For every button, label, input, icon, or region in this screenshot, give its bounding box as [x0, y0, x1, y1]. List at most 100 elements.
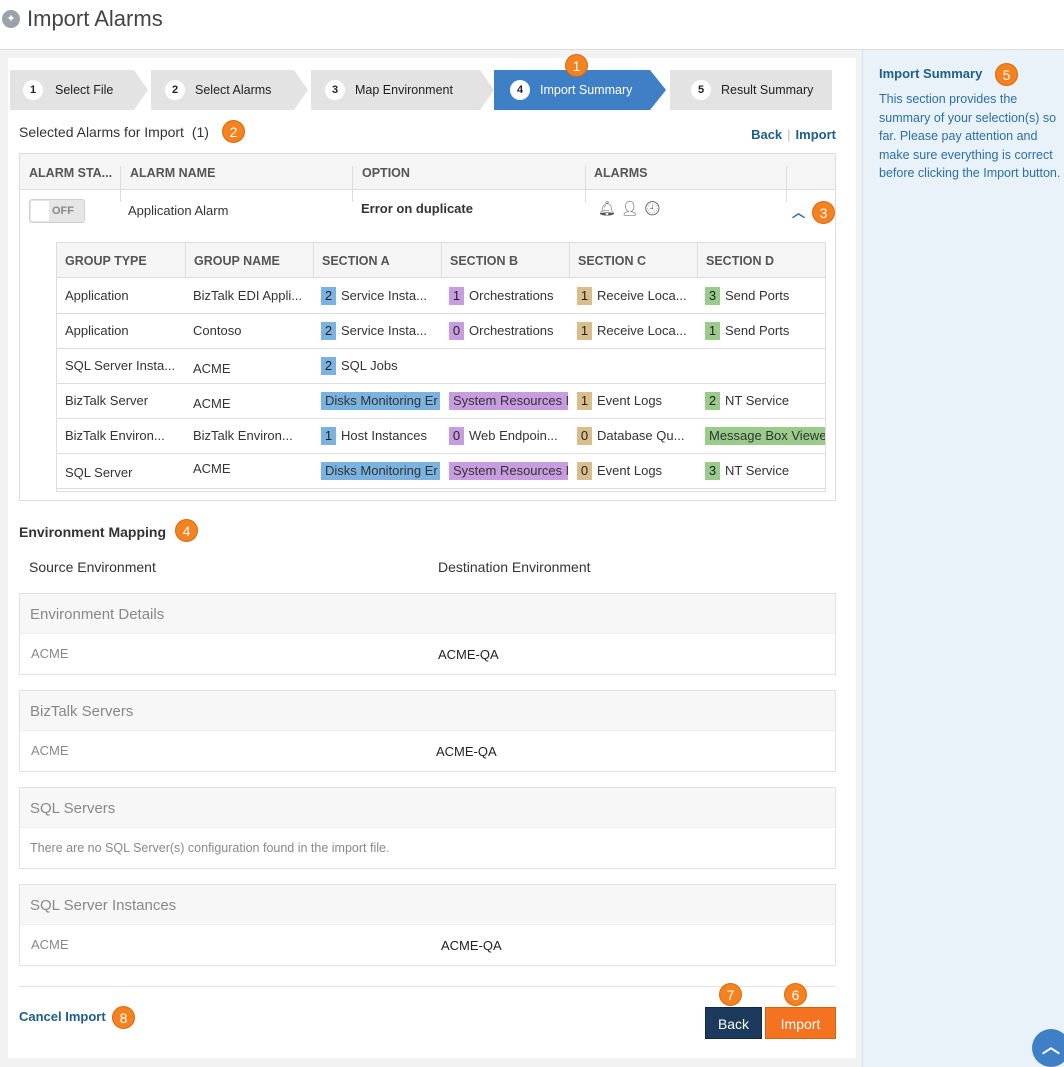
tag-label: Host Instances [341, 428, 427, 443]
section-a-tag: 2 SQL Jobs [321, 357, 439, 375]
count-chip: 1 [577, 287, 592, 305]
section-a-tag: 1 Host Instances [321, 427, 439, 445]
wizard-step-result-summary[interactable]: 5 Result Summary [670, 70, 832, 110]
callout-badge-7: 7 [719, 983, 742, 1006]
group-name-cell: BizTalk Environ... [193, 428, 293, 443]
table-row: SQL Server ACME Disks Monitoring Er Syst… [57, 454, 825, 489]
col-alarm-name[interactable]: ALARM NAME [130, 166, 215, 180]
tag-label: Send Ports [725, 288, 790, 303]
callout-badge-3: 3 [812, 201, 835, 224]
selected-alarms-title: Selected Alarms for Import (1) [19, 124, 209, 140]
count-chip: 1 [449, 287, 464, 305]
step-number: 5 [691, 80, 711, 100]
col-section-c[interactable]: SECTION C [578, 254, 646, 268]
col-section-d[interactable]: SECTION D [706, 254, 774, 268]
count-chip: 1 [321, 427, 336, 445]
callout-badge-6: 6 [784, 983, 807, 1006]
destination-value: ACME-QA [438, 647, 499, 662]
help-sidebar: Import Summary This section provides the… [862, 50, 1064, 1067]
group-name-cell: Contoso [193, 323, 242, 338]
callout-badge-1: 1 [565, 54, 588, 77]
environment-details-panel: Environment Details ACME ACME-QA [19, 593, 836, 675]
panel-header: Environment Details [20, 594, 835, 634]
tag-label: NT Service [725, 463, 790, 478]
col-group-name[interactable]: GROUP NAME [194, 254, 280, 268]
wizard-step-select-alarms[interactable]: 2 Select Alarms [151, 70, 294, 110]
count-chip: 2 [321, 287, 336, 305]
scroll-to-top-button[interactable]: ︿ [1032, 1029, 1064, 1067]
col-divider [441, 243, 442, 278]
col-alarms[interactable]: ALARMS [594, 166, 647, 180]
alarm-table-header: ALARM STA... ALARM NAME OPTION ALARMS [20, 154, 835, 202]
table-row: Application BizTalk EDI Appli... 2 Servic… [57, 279, 825, 314]
count-chip: 0 [577, 427, 592, 445]
environment-mapping-title: Environment Mapping [19, 524, 166, 540]
alarm-table: ALARM STA... ALARM NAME OPTION ALARMS OF… [19, 153, 836, 501]
callout-badge-2: 2 [222, 120, 245, 143]
count-chip: 0 [449, 427, 464, 445]
group-type-cell: SQL Server [65, 465, 133, 480]
col-divider [313, 243, 314, 278]
toggle-knob [31, 201, 49, 221]
user-icon: 👤︎ [620, 200, 644, 216]
count-chip: 2 [705, 392, 720, 410]
selected-alarms-count: (1) [191, 124, 209, 140]
sidebar-description: This section provides the summary of you… [879, 92, 1061, 180]
page-title: Import Alarms [27, 6, 163, 31]
step-label: Map Environment [355, 83, 453, 97]
col-group-type[interactable]: GROUP TYPE [65, 254, 147, 268]
col-divider [585, 166, 586, 202]
link-separator: | [787, 127, 791, 142]
count-chip: 2 [321, 357, 336, 375]
count-chip: 3 [705, 287, 720, 305]
alarm-status-toggle[interactable]: OFF [29, 199, 85, 223]
group-type-cell: BizTalk Server [65, 393, 149, 408]
section-d-tag: 3 NT Service [705, 462, 823, 480]
col-divider [352, 166, 353, 202]
tag-label: Database Qu... [597, 428, 685, 443]
callout-badge-5: 5 [995, 63, 1018, 86]
col-divider [786, 166, 787, 202]
tag-label: Orchestrations [469, 323, 554, 338]
tag-label: Web Endpoin... [469, 428, 558, 443]
wizard-step-select-file[interactable]: 1 Select File [10, 70, 134, 110]
collapse-chevron-icon[interactable]: ︿ [792, 202, 805, 221]
col-option[interactable]: OPTION [362, 166, 410, 180]
count-chip: 0 [449, 322, 464, 340]
step-arrow-active [650, 70, 666, 110]
panel-title: SQL Server Instances [30, 897, 177, 914]
col-section-a[interactable]: SECTION A [322, 254, 390, 268]
step-label: Select File [55, 83, 114, 97]
empty-message: There are no SQL Server(s) configuration… [30, 841, 390, 855]
sql-server-instances-panel: SQL Server Instances ACME ACME-QA [19, 884, 836, 966]
col-section-b[interactable]: SECTION B [450, 254, 518, 268]
panel-title: SQL Servers [30, 800, 116, 817]
wizard-step-map-environment[interactable]: 3 Map Environment [311, 70, 480, 110]
top-action-links: Back | Import [751, 127, 836, 142]
col-alarm-status[interactable]: ALARM STA... [29, 166, 112, 180]
import-link[interactable]: Import [796, 127, 836, 142]
sidebar-title: Import Summary [879, 66, 983, 81]
biztalk-servers-panel: BizTalk Servers ACME ACME-QA [19, 690, 836, 772]
selected-alarms-label: Selected Alarms for Import [19, 124, 184, 140]
import-button[interactable]: Import [765, 1007, 836, 1039]
tag-label: NT Service [725, 393, 790, 408]
footer-divider [19, 986, 836, 987]
clock-icon: 🕘︎ [643, 200, 667, 216]
step-arrow [480, 70, 494, 110]
toggle-label: OFF [52, 205, 74, 217]
tag-label: Service Insta... [341, 323, 427, 338]
cancel-import-link[interactable]: Cancel Import [19, 1009, 106, 1024]
alarm-notification-icons: 🔔︎👤︎🕘︎ [598, 200, 666, 217]
section-c-tag: 1 Receive Loca... [577, 287, 695, 305]
back-button[interactable]: Back [705, 1007, 762, 1039]
callout-badge-8: 8 [112, 1006, 135, 1029]
group-table: GROUP TYPE GROUP NAME SECTION A SECTION … [56, 242, 826, 492]
table-row: BizTalk Server ACME Disks Monitoring Er … [57, 384, 825, 419]
tag-label: Event Logs [597, 463, 663, 478]
back-link[interactable]: Back [751, 127, 782, 142]
count-chip: 1 [577, 392, 592, 410]
step-number: 3 [325, 80, 345, 100]
count-chip: 1 [705, 322, 720, 340]
step-arrow [294, 70, 308, 110]
